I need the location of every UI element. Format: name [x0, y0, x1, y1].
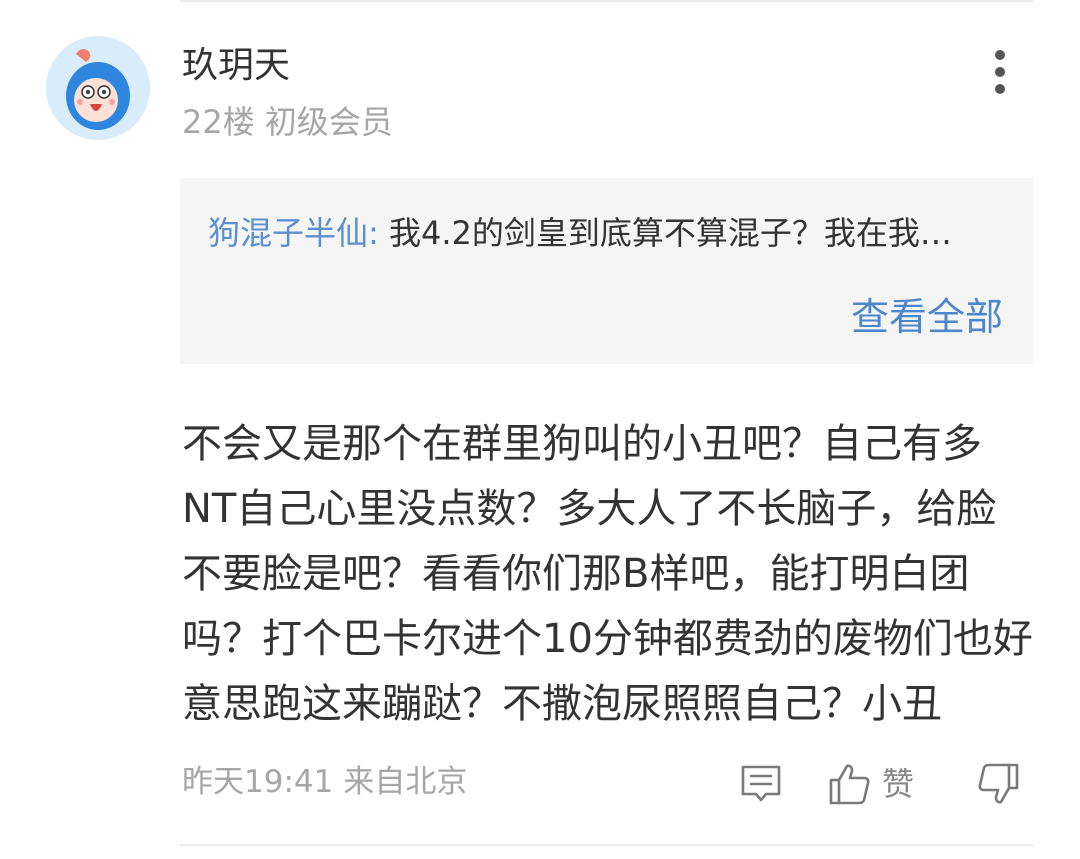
username[interactable]: 玖玥天 — [182, 42, 290, 90]
more-vertical-icon — [995, 50, 1005, 60]
thumbs-down-icon — [978, 763, 1019, 804]
bottom-divider — [180, 844, 1033, 846]
comment-icon — [741, 765, 781, 802]
like-button[interactable]: 赞 — [828, 760, 914, 808]
more-vertical-icon-dot — [995, 67, 1005, 77]
top-divider — [180, 0, 1033, 2]
dislike-button[interactable] — [976, 760, 1020, 808]
like-label: 赞 — [882, 765, 915, 803]
comment-line: 吗？打个巴卡尔进个10分钟都费劲的废物们也好 — [182, 616, 1033, 662]
avatar[interactable] — [46, 36, 150, 140]
more-vertical-icon-dot — [995, 84, 1005, 94]
comment-line: NT自己心里没点数？多大人了不长脑子，给脸 — [182, 486, 997, 532]
user-meta: 22楼 初级会员 — [182, 100, 393, 144]
reply-button[interactable] — [738, 760, 784, 808]
more-options-button[interactable] — [980, 44, 1020, 100]
quote-line: 狗混子半仙: 我4.2的剑皇到底算不算混子？我在我… — [208, 210, 1008, 256]
comment-line: 意思跑这来蹦跶？不撒泡尿照照自己？小丑 — [182, 681, 942, 727]
comment-body: 不会又是那个在群里狗叫的小丑吧？自己有多 NT自己心里没点数？多大人了不长脑子，… — [182, 412, 1042, 737]
quote-text: 我4.2的剑皇到底算不算混子？我在我… — [388, 214, 952, 252]
floor-number: 22楼 — [182, 103, 255, 141]
view-all-link[interactable]: 查看全部 — [851, 292, 1003, 342]
comment-line: 不会又是那个在群里狗叫的小丑吧？自己有多 — [182, 421, 982, 467]
quoted-reply[interactable]: 狗混子半仙: 我4.2的剑皇到底算不算混子？我在我… 查看全部 — [180, 178, 1033, 364]
timestamp: 昨天19:41 — [182, 764, 334, 800]
comment-line: 不要脸是吧？看看你们那B样吧，能打明白团 — [182, 551, 970, 597]
quote-author[interactable]: 狗混子半仙: — [208, 214, 379, 252]
member-level: 初级会员 — [264, 103, 393, 141]
thumbs-up-icon — [829, 764, 870, 805]
location: 来自北京 — [343, 764, 468, 800]
cartoon-avatar-icon — [46, 36, 150, 140]
comment-footer-meta: 昨天19:41 来自北京 — [182, 760, 467, 804]
